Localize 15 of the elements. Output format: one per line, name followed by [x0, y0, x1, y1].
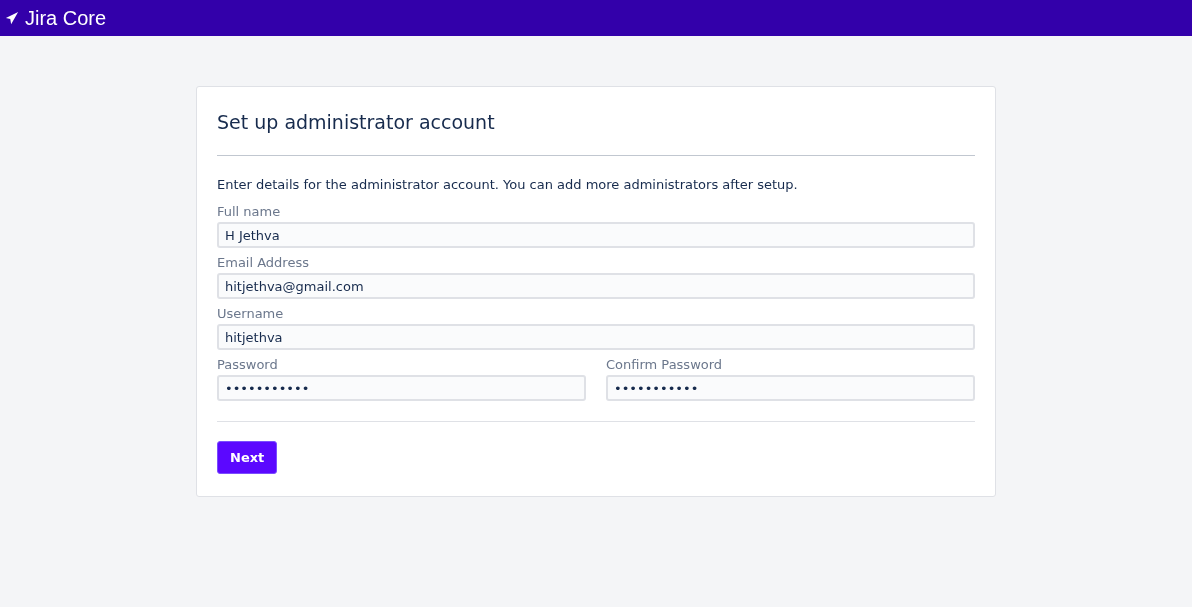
card-title: Set up administrator account: [217, 111, 496, 133]
input-field[interactable]: •••••••••••: [217, 375, 586, 401]
input-field[interactable]: H Jethva: [217, 222, 975, 248]
field-label: Confirm Password: [606, 357, 724, 372]
paper-plane-icon: [5, 11, 19, 25]
intro-text: Enter details for the administrator account. You can add more administrators after setup.: [217, 177, 799, 192]
input-field[interactable]: hitjethva@gmail.com: [217, 273, 975, 299]
field-label: Username: [217, 306, 285, 321]
product-name: Jira Core: [25, 6, 107, 30]
input-field[interactable]: •••••••••••: [606, 375, 975, 401]
field-label: Email Address: [217, 255, 310, 270]
next-button[interactable]: Next: [217, 441, 278, 474]
field-label: Full name: [217, 204, 282, 219]
input-field[interactable]: hitjethva: [217, 324, 975, 350]
field-label: Password: [217, 357, 279, 372]
